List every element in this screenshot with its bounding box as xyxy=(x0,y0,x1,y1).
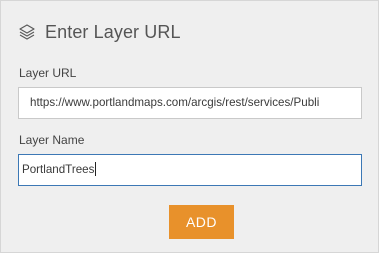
add-layer-panel: Enter Layer URL Layer URL https://www.po… xyxy=(0,0,379,253)
layer-url-label: Layer URL xyxy=(19,66,77,80)
panel-header: Enter Layer URL xyxy=(18,20,181,44)
add-button[interactable]: ADD xyxy=(169,205,234,239)
layer-name-input[interactable]: PortlandTrees xyxy=(18,154,362,186)
text-caret xyxy=(95,161,97,176)
panel-title: Enter Layer URL xyxy=(45,21,181,42)
layer-name-label: Layer Name xyxy=(19,133,85,147)
layer-url-value: https://www.portlandmaps.com/arcgis/rest… xyxy=(30,96,320,109)
layer-name-value: PortlandTrees xyxy=(22,163,95,176)
layers-icon xyxy=(18,23,36,41)
layer-url-input[interactable]: https://www.portlandmaps.com/arcgis/rest… xyxy=(18,87,362,119)
